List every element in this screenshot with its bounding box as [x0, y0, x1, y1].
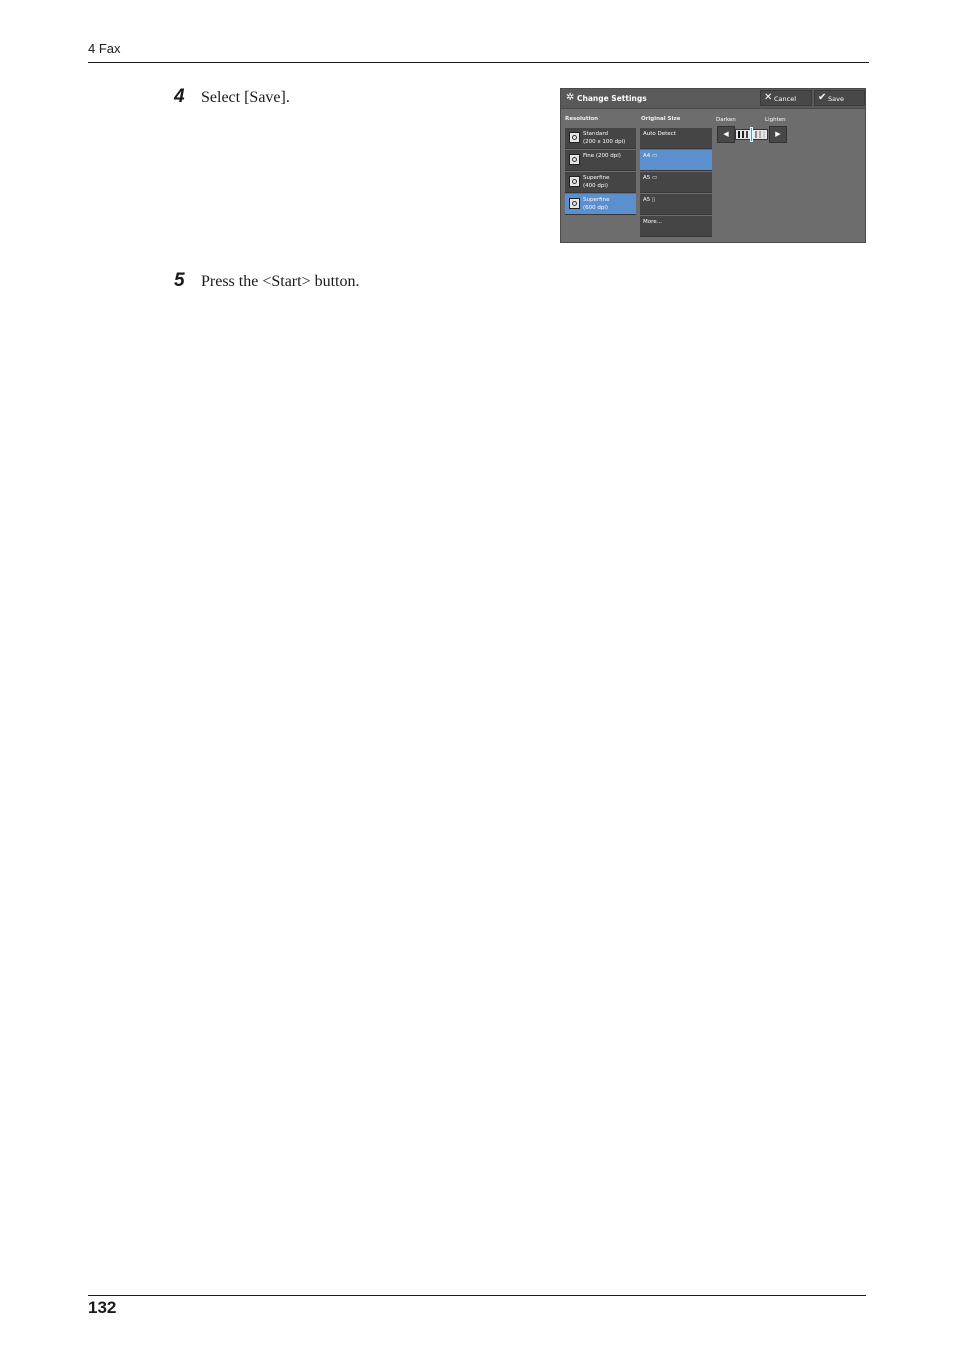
resolution-option-standard[interactable]: Standard (200 x 100 dpi)	[565, 128, 636, 149]
left-arrow-icon: ◀	[723, 130, 729, 138]
size-option-label: A5 ▯	[643, 197, 656, 203]
resolution-option-sublabel: (200 x 100 dpi)	[583, 139, 626, 145]
resolution-icon	[569, 198, 580, 209]
original-size-label: Original Size	[641, 116, 681, 122]
resolution-option-label: Standard	[583, 131, 609, 137]
resolution-option-superfine-400[interactable]: Superfine (400 dpi)	[565, 172, 636, 193]
gear-icon: ✲	[566, 92, 575, 103]
resolution-icon	[569, 176, 580, 187]
right-arrow-icon: ▶	[775, 130, 781, 138]
darken-label: Darken	[716, 117, 736, 123]
screen-title: Change Settings	[577, 94, 647, 103]
cancel-button[interactable]: ✕ Cancel	[760, 90, 812, 106]
header-rule	[88, 62, 869, 63]
resolution-icon	[569, 154, 580, 165]
size-option-label: Auto Detect	[643, 131, 676, 137]
lighten-button[interactable]: ▶	[769, 126, 787, 143]
cancel-label: Cancel	[774, 95, 797, 103]
resolution-label: Resolution	[565, 116, 599, 122]
size-option-a5-landscape[interactable]: A5 ▭	[640, 172, 712, 193]
resolution-option-superfine-600[interactable]: Superfine (600 dpi)	[565, 194, 636, 215]
resolution-option-sublabel: (600 dpi)	[583, 205, 609, 211]
step-5-text: Press the <Start> button.	[201, 273, 360, 290]
resolution-option-label: Superfine	[583, 175, 610, 181]
size-option-a5-portrait[interactable]: A5 ▯	[640, 194, 712, 215]
save-button[interactable]: ✔ Save	[814, 90, 865, 106]
size-option-label: A4 ▭	[643, 153, 658, 159]
change-settings-screen: ✲ Change Settings ✕ Cancel ✔ Save Resolu…	[560, 88, 866, 243]
resolution-option-label: Fine (200 dpi)	[583, 153, 621, 159]
step-5-number: 5	[174, 270, 185, 291]
size-option-more[interactable]: More...	[640, 216, 712, 237]
close-icon: ✕	[764, 92, 773, 103]
size-option-label: More...	[643, 219, 662, 225]
resolution-icon	[569, 132, 580, 143]
lighten-label: Lighten	[765, 117, 786, 123]
resolution-option-label: Superfine	[583, 197, 610, 203]
title-bar: ✲ Change Settings ✕ Cancel ✔ Save	[561, 89, 865, 109]
resolution-option-fine[interactable]: Fine (200 dpi)	[565, 150, 636, 171]
darken-button[interactable]: ◀	[717, 126, 735, 143]
size-option-a4[interactable]: A4 ▭	[640, 150, 712, 171]
size-option-label: A5 ▭	[643, 175, 658, 181]
chapter-header: 4 Fax	[88, 41, 121, 56]
step-4-number: 4	[174, 86, 185, 107]
step-4-text: Select [Save].	[201, 89, 290, 106]
checkmark-icon: ✔	[818, 92, 827, 103]
density-marker	[750, 127, 753, 142]
page-number: 132	[88, 1298, 117, 1317]
save-label: Save	[828, 95, 844, 103]
size-option-auto-detect[interactable]: Auto Detect	[640, 128, 712, 149]
density-scale	[735, 127, 768, 142]
footer-rule	[88, 1295, 866, 1296]
resolution-option-sublabel: (400 dpi)	[583, 183, 609, 189]
